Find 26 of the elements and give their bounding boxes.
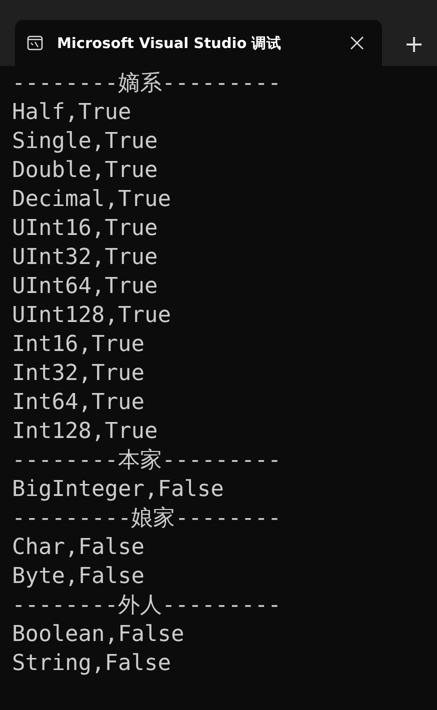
console-line: UInt32,True (12, 244, 158, 272)
console-line: Boolean,False (12, 621, 184, 649)
new-tab-button[interactable]: + (398, 30, 430, 58)
console-line: UInt16,True (12, 215, 158, 243)
console-line: --------外人--------- (12, 592, 282, 620)
close-icon[interactable] (350, 36, 364, 50)
console-line: --------嫡系--------- (12, 70, 282, 98)
console-line: Byte,False (12, 563, 144, 591)
console-line: Int64,True (12, 389, 144, 417)
console-line: Half,True (12, 99, 132, 127)
terminal-tab[interactable]: Microsoft Visual Studio 调试 (15, 20, 382, 66)
console-icon (27, 35, 43, 51)
console-line: Char,False (12, 534, 144, 562)
console-line: Int16,True (12, 331, 144, 359)
console-line: UInt128,True (12, 302, 171, 330)
console-line: Int128,True (12, 418, 158, 446)
console-line: Decimal,True (12, 186, 171, 214)
console-line: String,False (12, 650, 171, 678)
console-line: --------本家--------- (12, 447, 282, 475)
console-line: Double,True (12, 157, 158, 185)
console-line: Single,True (12, 128, 158, 156)
console-line: ---------娘家-------- (12, 505, 282, 533)
console-line: UInt64,True (12, 273, 158, 301)
tab-title: Microsoft Visual Studio 调试 (57, 34, 283, 52)
console-line: BigInteger,False (12, 476, 224, 504)
console-line: Int32,True (12, 360, 144, 388)
